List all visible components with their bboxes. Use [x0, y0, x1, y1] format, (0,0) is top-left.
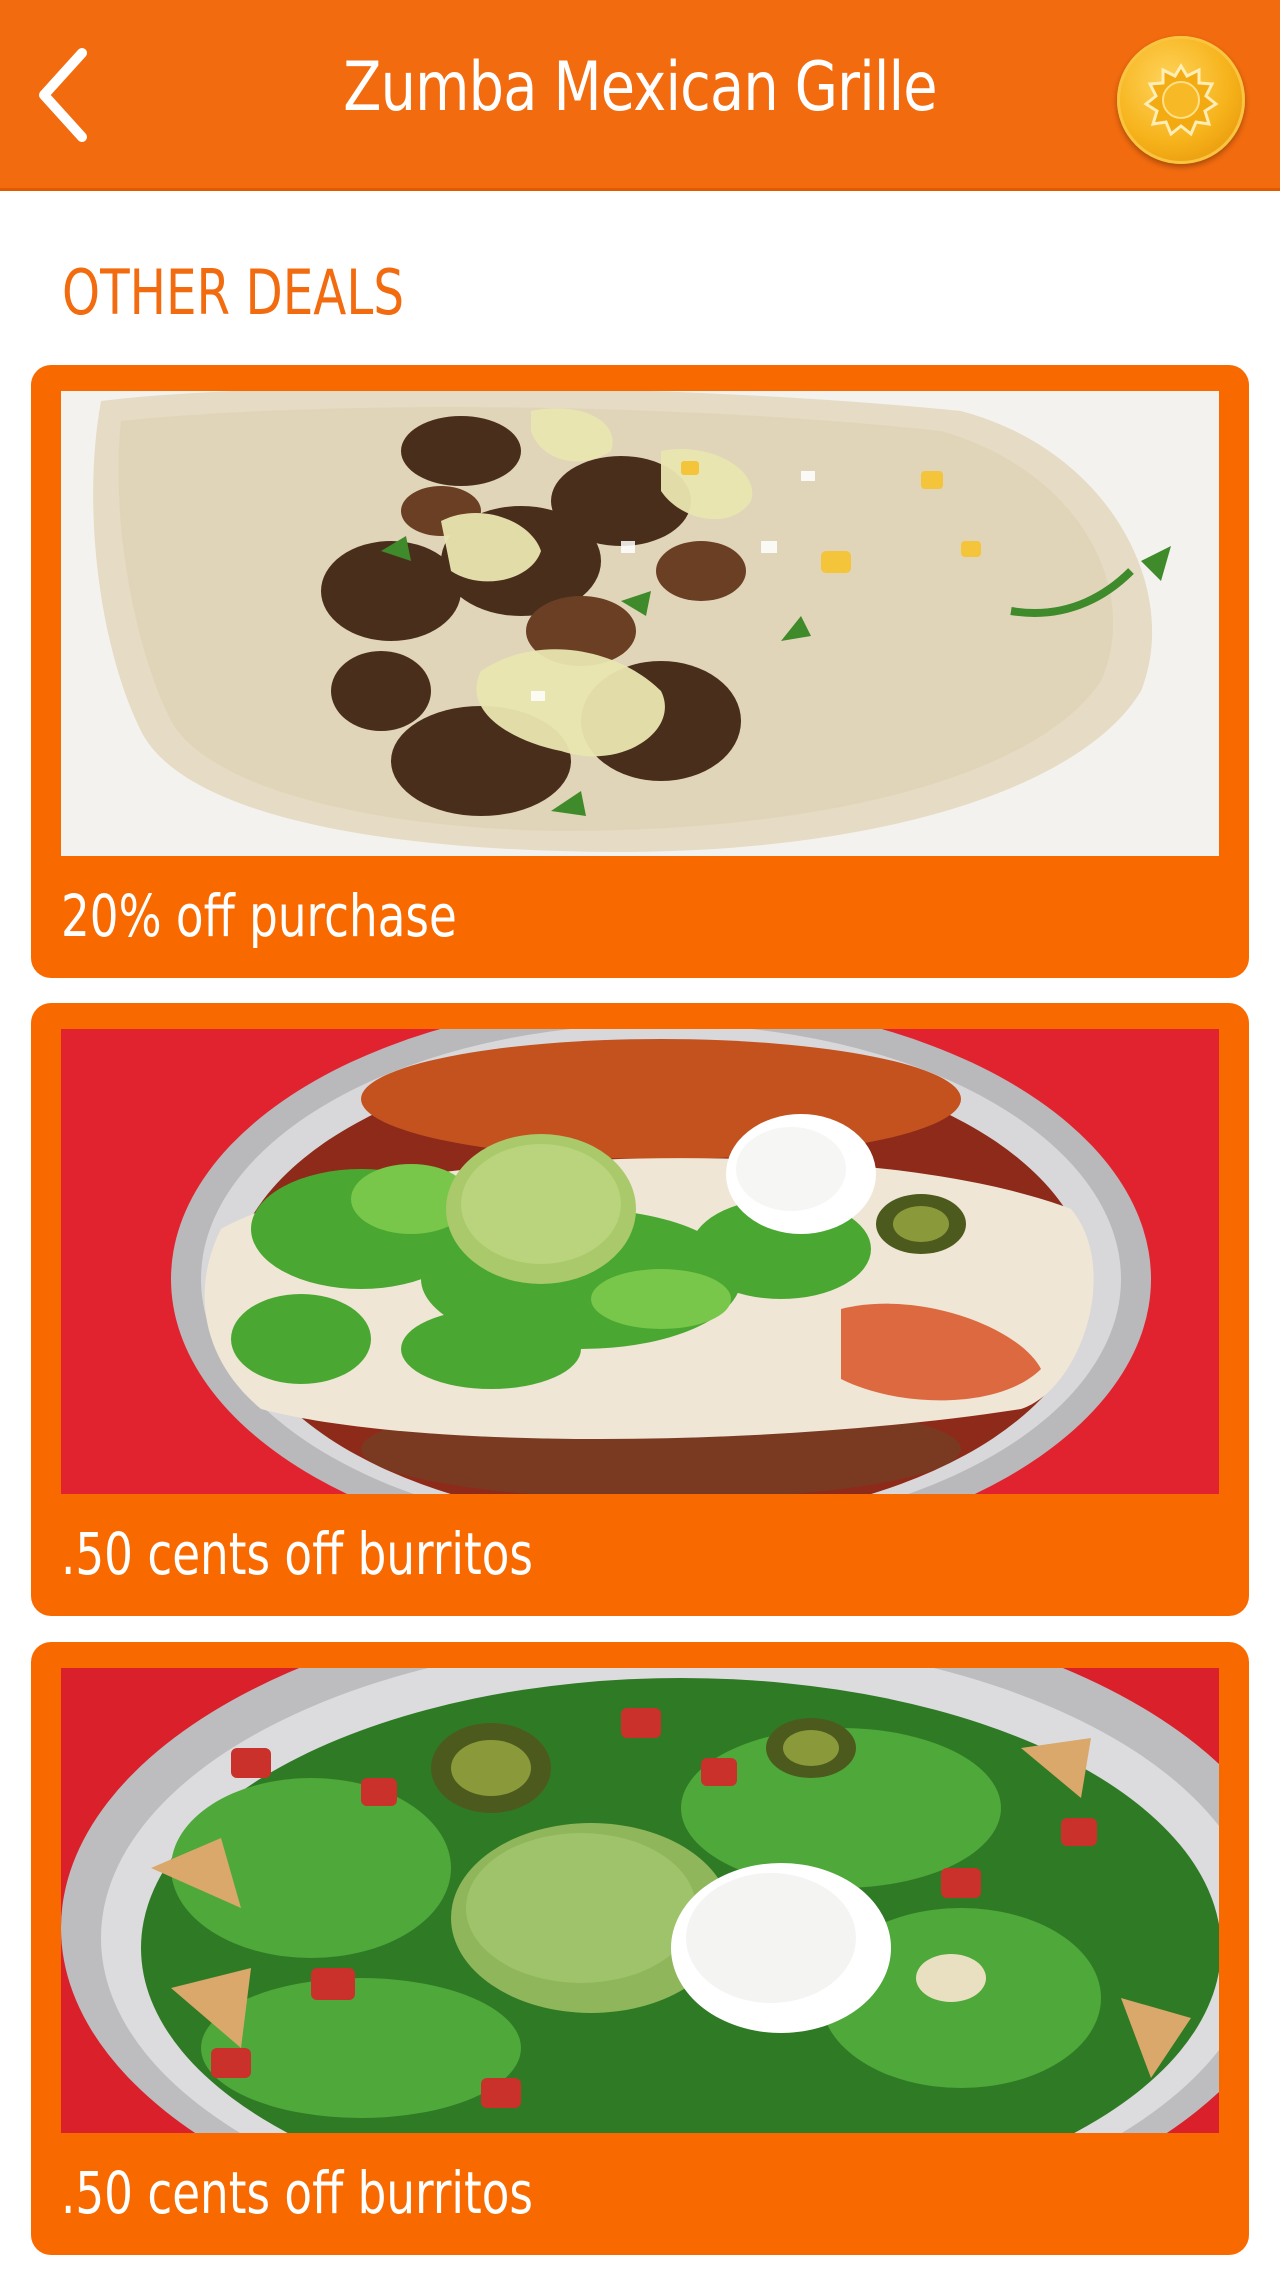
- nachos-photo: [61, 1668, 1219, 2133]
- deal-card[interactable]: 20% off purchase: [31, 365, 1249, 978]
- chevron-left-icon: [39, 48, 87, 142]
- deal-card[interactable]: .50 cents off burritos: [31, 1642, 1249, 2255]
- deal-label: 20% off purchase: [61, 882, 457, 950]
- page-title: Zumba Mexican Grille: [343, 48, 937, 127]
- taco-photo: [61, 391, 1219, 856]
- deal-label: .50 cents off burritos: [61, 1520, 533, 1588]
- section-title: OTHER DEALS: [62, 256, 405, 329]
- reward-coin-icon: [1143, 63, 1219, 137]
- burrito-photo: [61, 1029, 1219, 1494]
- deal-card[interactable]: .50 cents off burritos: [31, 1003, 1249, 1616]
- back-button[interactable]: [30, 45, 100, 145]
- top-app-bar: Zumba Mexican Grille: [0, 0, 1280, 191]
- deal-label: .50 cents off burritos: [61, 2159, 533, 2227]
- reward-coin-button[interactable]: [1117, 36, 1245, 164]
